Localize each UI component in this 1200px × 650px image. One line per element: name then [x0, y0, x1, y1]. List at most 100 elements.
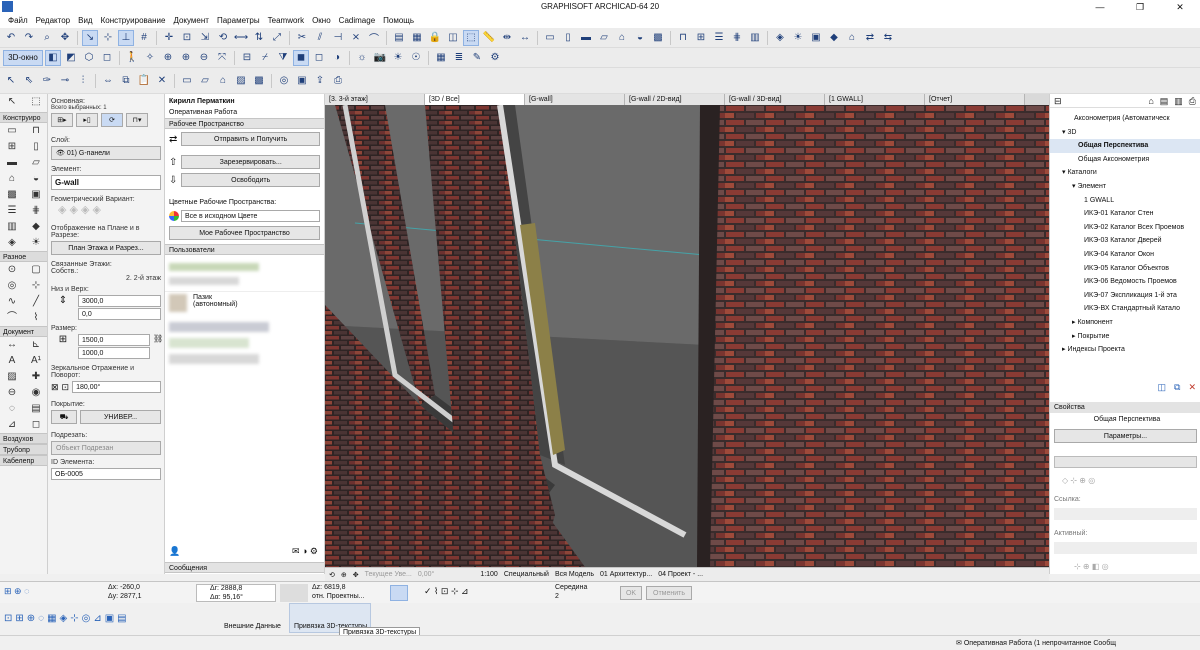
toolbox-section-misc[interactable]: Разное [0, 251, 47, 262]
resize-icon[interactable]: ⤢ [269, 30, 285, 46]
nav-item[interactable]: ▸ Компонент [1050, 316, 1200, 330]
cover-icon[interactable]: ⛟ [51, 410, 77, 424]
paste-icon[interactable]: 📋 [136, 73, 152, 89]
change-tool-icon[interactable]: ⊿ [0, 417, 24, 433]
menu-window[interactable]: Окно [308, 14, 335, 28]
coord-icons[interactable]: ⊞ ⊕ ◌ [4, 586, 29, 597]
curtain-icon[interactable]: ▥ [747, 30, 763, 46]
toolbox-section-air[interactable]: Воздухов [0, 433, 47, 444]
arc-tool-icon[interactable]: ⌒ [0, 310, 24, 326]
slab-tool-icon[interactable]: ▱ [197, 73, 213, 89]
workspace-header[interactable]: Рабочее Пространство [165, 118, 324, 129]
element-value[interactable]: G-wall [51, 175, 161, 190]
link-slider[interactable] [1054, 508, 1197, 520]
grid-tool-icon[interactable]: ⊹ [24, 278, 48, 294]
fit-icon[interactable]: ⤧ [214, 50, 230, 66]
chain-icon[interactable]: ⛓ [153, 334, 163, 359]
syringe-icon[interactable]: ⊸ [57, 73, 73, 89]
mirror2-icon[interactable]: ⊡ [62, 382, 70, 393]
props-header[interactable]: Свойства [1050, 402, 1200, 413]
nav-item[interactable]: ИКЭ-03 Каталог Дверей [1050, 234, 1200, 248]
layers-icon[interactable]: ≣ [451, 50, 467, 66]
tab-1gwall[interactable]: [1 GWALL] [825, 94, 925, 105]
cancel-button[interactable]: Отменить [646, 586, 692, 600]
snap-icons[interactable]: ✓ ⌇ ⊡ ⊹ ⊿ [424, 586, 469, 597]
line-tool-icon[interactable]: ╱ [24, 294, 48, 310]
shaded-icon[interactable]: ◼ [293, 49, 309, 66]
dimension-tool-icon[interactable]: ↔ [0, 337, 24, 353]
undo-icon[interactable]: ↶ [3, 30, 19, 46]
rotate-icon[interactable]: ⟲ [215, 30, 231, 46]
trim-icon[interactable]: ✂ [294, 30, 310, 46]
beam-tool-icon[interactable]: ▬ [0, 155, 24, 171]
layout-book-icon[interactable]: ▥ [1174, 96, 1183, 106]
ruler-icon[interactable]: 📏 [481, 30, 497, 46]
snap-toggle-icon[interactable] [390, 585, 408, 601]
mesh-tool-icon[interactable]: ▩ [0, 187, 24, 203]
orient-button[interactable]: ▸▯ [76, 113, 98, 127]
mesh-icon[interactable]: ▩ [650, 30, 666, 46]
anchor-button[interactable]: ⊞▸ [51, 113, 73, 127]
stand-button[interactable]: ⊓▾ [126, 113, 148, 127]
delete-icon[interactable]: ✕ [154, 73, 170, 89]
camera2-icon[interactable]: ◎ [276, 73, 292, 89]
object-icon[interactable]: ◈ [772, 30, 788, 46]
project-value[interactable]: 04 Проект - ... [658, 571, 703, 578]
grid-icon[interactable]: ▦ [433, 50, 449, 66]
railing-tool-icon[interactable]: ⋕ [24, 203, 48, 219]
align-icon[interactable]: ⫶ [75, 73, 91, 89]
zone-icon[interactable]: ▣ [808, 30, 824, 46]
eyedropper-icon[interactable]: ✑ [39, 73, 55, 89]
marquee-tool-icon[interactable]: ⬚ [24, 94, 48, 110]
section-icon[interactable]: ⊟ [239, 50, 255, 66]
nav-item[interactable]: ▸ Покрытие [1050, 330, 1200, 344]
fillet-icon[interactable]: ⌒ [366, 30, 382, 46]
camera-tool-icon[interactable]: ◎ [0, 278, 24, 294]
pointer-snap-icon[interactable]: ↘ [82, 29, 98, 46]
bottom-field[interactable]: 0,0 [78, 308, 161, 320]
window-icon[interactable]: ⊞ [693, 30, 709, 46]
teamwork-send-icon[interactable]: ⇄ [862, 30, 878, 46]
shadow-icon[interactable]: ◑ [329, 50, 345, 66]
hotspot-icon[interactable]: ✚ [24, 369, 48, 385]
split-icon[interactable]: ⫽ [312, 30, 328, 46]
pattern-icon[interactable]: ▨ [233, 73, 249, 89]
label-tool-icon[interactable]: A¹ [24, 353, 48, 369]
toolbox-section-pipe[interactable]: Трубопр [0, 444, 47, 455]
pick-icon[interactable]: ⇖ [21, 73, 37, 89]
height-field[interactable]: 1000,0 [78, 347, 150, 359]
menu-file[interactable]: Файл [4, 14, 32, 28]
nav-item[interactable]: ▸ Индексы Проекта [1050, 343, 1200, 357]
roof-tool-icon[interactable]: ⌂ [215, 73, 231, 89]
home-icon[interactable]: ⌂ [844, 30, 860, 46]
mirror-icon[interactable]: ⟷ [233, 30, 249, 46]
model-value[interactable]: Вся Модель [555, 571, 594, 578]
scale-value[interactable]: 1:100 [480, 571, 498, 578]
lock-icon[interactable]: 🔒 [427, 30, 443, 46]
publisher-icon[interactable]: ⎙ [1189, 96, 1196, 106]
clone-icon[interactable]: ⧉ [1174, 382, 1180, 393]
menu-edit[interactable]: Редактор [32, 14, 74, 28]
nav-item[interactable]: ИКЭ-01 Каталог Стен [1050, 207, 1200, 221]
dimension-icon[interactable]: ↔ [517, 30, 533, 46]
current-view[interactable]: Текущее Уве... [365, 571, 412, 578]
snap-grid-icon[interactable]: # [136, 30, 152, 46]
cross-icon[interactable]: ✛ [161, 30, 177, 46]
curtain-wall-icon[interactable]: ▥ [0, 219, 24, 235]
menu-design[interactable]: Конструирование [97, 14, 170, 28]
mirror-icon[interactable]: ⊠ [51, 382, 59, 393]
tab-3d[interactable]: [3D / Все] [425, 94, 525, 105]
window-tool-icon[interactable]: ⊞ [0, 139, 24, 155]
slab-tool-icon[interactable]: ▱ [24, 155, 48, 171]
axonometry-icon[interactable]: ◩ [63, 50, 79, 66]
elevation-tool-icon[interactable]: ◉ [24, 385, 48, 401]
teamwork-receive-icon[interactable]: ⇆ [880, 30, 896, 46]
camera-icon[interactable]: 📷 [372, 50, 388, 66]
nav-item-selected[interactable]: Общая Перспектива [1050, 139, 1200, 153]
lamp-icon[interactable]: ☀ [790, 30, 806, 46]
level-dim-icon[interactable]: ⊾ [24, 337, 48, 353]
layer-selector[interactable]: 👁 01) G-панели [51, 146, 161, 160]
geometry-variants[interactable]: ◈ ◈ ◈ ◈ [48, 203, 164, 225]
wireframe-icon[interactable]: ◻ [311, 50, 327, 66]
tab-gwall-2d[interactable]: [G-wall / 2D-вид] [625, 94, 725, 105]
